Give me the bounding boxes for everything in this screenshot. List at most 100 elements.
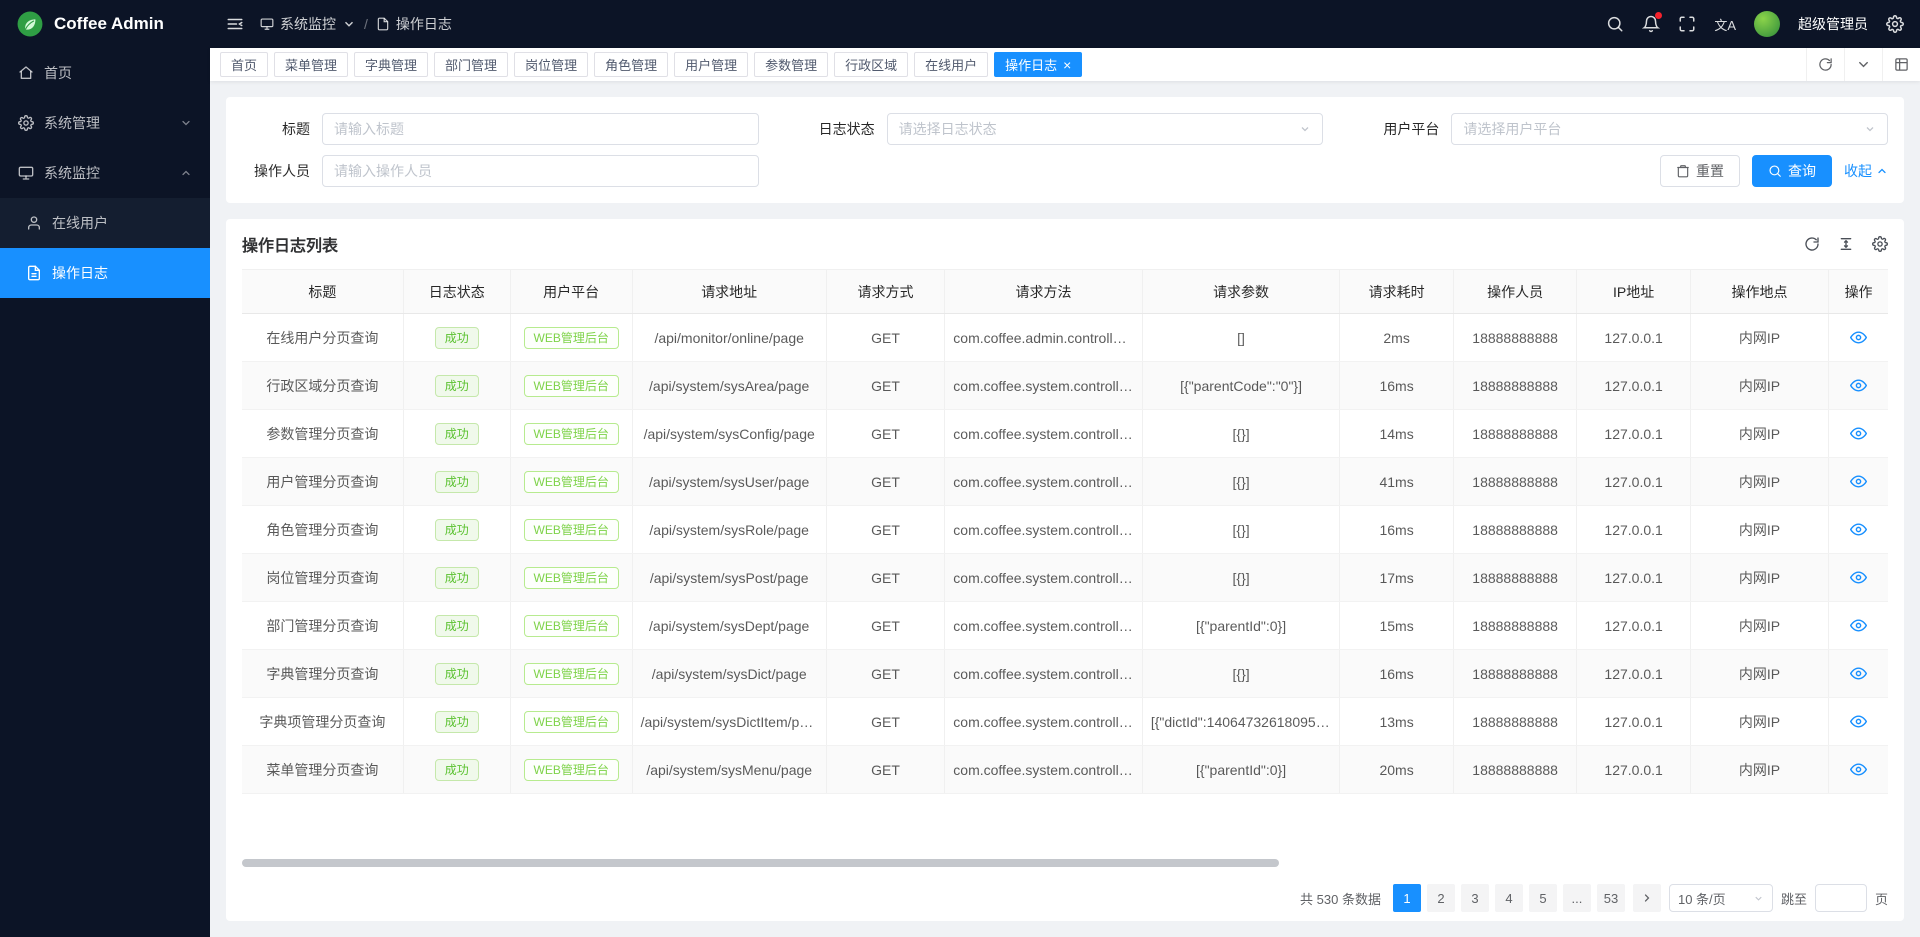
view-detail-button[interactable]	[1850, 665, 1867, 682]
select-placeholder: 请选择日志状态	[899, 119, 997, 139]
cell-location: 内网IP	[1690, 458, 1828, 506]
tab-5[interactable]: 角色管理	[594, 52, 668, 77]
cell-actions	[1829, 458, 1888, 506]
tab-6[interactable]: 用户管理	[674, 52, 748, 77]
next-page-button[interactable]	[1633, 884, 1661, 912]
cell-ip: 127.0.0.1	[1577, 746, 1691, 794]
tab-4[interactable]: 岗位管理	[514, 52, 588, 77]
cell-ip: 127.0.0.1	[1577, 362, 1691, 410]
search-icon[interactable]	[1606, 15, 1624, 33]
sidebar-item-label: 在线用户	[52, 213, 108, 233]
pagination-page-3[interactable]: 3	[1461, 884, 1489, 912]
table-row: 部门管理分页查询成功WEB管理后台/api/system/sysDept/pag…	[242, 602, 1888, 650]
view-detail-button[interactable]	[1850, 329, 1867, 346]
breadcrumb-label: 操作日志	[396, 14, 452, 34]
column-header-6: 请求参数	[1142, 270, 1340, 314]
pagination-page-5[interactable]: 5	[1529, 884, 1557, 912]
cell-duration: 13ms	[1340, 698, 1454, 746]
pagination-page-1[interactable]: 1	[1393, 884, 1421, 912]
view-detail-button[interactable]	[1850, 617, 1867, 634]
user-platform-select[interactable]: 请选择用户平台	[1451, 113, 1888, 145]
tab-1[interactable]: 菜单管理	[274, 52, 348, 77]
cell-title: 在线用户分页查询	[242, 314, 403, 362]
tab-8[interactable]: 行政区域	[834, 52, 908, 77]
title-input[interactable]	[322, 113, 759, 145]
sidebar-item-system-management[interactable]: 系统管理	[0, 98, 210, 148]
pagination-page-2[interactable]: 2	[1427, 884, 1455, 912]
chevron-down-icon[interactable]	[1844, 48, 1882, 81]
reset-button[interactable]: 重置	[1660, 155, 1740, 187]
translate-icon[interactable]: 文A	[1714, 15, 1736, 34]
collapse-link[interactable]: 收起	[1844, 161, 1888, 181]
column-settings-gear-icon[interactable]	[1872, 236, 1888, 252]
breadcrumb: 系统监控 / 操作日志	[260, 14, 452, 34]
card-title: 操作日志列表	[242, 232, 338, 256]
refresh-icon[interactable]	[1804, 236, 1820, 252]
breadcrumb-separator: /	[364, 16, 368, 32]
status-badge: 成功	[435, 471, 479, 493]
user-name[interactable]: 超级管理员	[1798, 14, 1868, 34]
sidebar-item-operation-log[interactable]: 操作日志	[0, 248, 210, 298]
app-logo: Coffee Admin	[0, 0, 210, 48]
sidebar-item-home[interactable]: 首页	[0, 48, 210, 98]
cell-location: 内网IP	[1690, 410, 1828, 458]
cell-params: [{}]	[1142, 650, 1340, 698]
table-row: 字典项管理分页查询成功WEB管理后台/api/system/sysDictIte…	[242, 698, 1888, 746]
view-detail-button[interactable]	[1850, 521, 1867, 538]
log-status-select[interactable]: 请选择日志状态	[887, 113, 1324, 145]
cell-platform: WEB管理后台	[510, 314, 632, 362]
tab-9[interactable]: 在线用户	[914, 52, 988, 77]
view-detail-button[interactable]	[1850, 761, 1867, 778]
tab-7[interactable]: 参数管理	[754, 52, 828, 77]
sidebar-item-system-monitor[interactable]: 系统监控	[0, 148, 210, 198]
notification-bell-icon[interactable]	[1642, 15, 1660, 33]
view-detail-button[interactable]	[1850, 377, 1867, 394]
pagination-page-4[interactable]: 4	[1495, 884, 1523, 912]
cell-url: /api/system/sysDict/page	[632, 650, 826, 698]
fullscreen-icon[interactable]	[1678, 15, 1696, 33]
pagination-page-53[interactable]: 53	[1597, 884, 1625, 912]
view-detail-button[interactable]	[1850, 713, 1867, 730]
table-row: 参数管理分页查询成功WEB管理后台/api/system/sysConfig/p…	[242, 410, 1888, 458]
operator-input[interactable]	[322, 155, 759, 187]
column-header-1: 日志状态	[403, 270, 510, 314]
view-detail-button[interactable]	[1850, 569, 1867, 586]
tab-3[interactable]: 部门管理	[434, 52, 508, 77]
cell-function: com.coffee.system.controlle...	[945, 458, 1143, 506]
avatar[interactable]	[1754, 11, 1780, 37]
settings-gear-icon[interactable]	[1886, 15, 1904, 33]
layout-icon[interactable]	[1882, 48, 1920, 81]
sidebar-item-online-users[interactable]: 在线用户	[0, 198, 210, 248]
tab-2[interactable]: 字典管理	[354, 52, 428, 77]
tab-close-icon[interactable]: ×	[1063, 58, 1071, 72]
status-badge: 成功	[435, 663, 479, 685]
cell-platform: WEB管理后台	[510, 458, 632, 506]
cell-operator: 18888888888	[1453, 458, 1576, 506]
user-icon	[26, 215, 42, 231]
horizontal-scrollbar-thumb[interactable]	[242, 859, 1279, 867]
sidebar-collapse-icon[interactable]	[226, 15, 244, 33]
search-button[interactable]: 查询	[1752, 155, 1832, 187]
view-detail-button[interactable]	[1850, 425, 1867, 442]
filter-panel: 标题 日志状态 请选择日志状态 用户平台 请选择用户平台	[226, 97, 1904, 203]
reset-button-label: 重置	[1696, 161, 1724, 181]
tab-0[interactable]: 首页	[220, 52, 268, 77]
pagination-more[interactable]: ...	[1563, 884, 1591, 912]
jump-page-input[interactable]	[1815, 884, 1867, 912]
refresh-icon[interactable]	[1806, 48, 1844, 81]
view-detail-button[interactable]	[1850, 473, 1867, 490]
breadcrumb-item-monitor[interactable]: 系统监控	[260, 14, 356, 34]
row-density-icon[interactable]	[1838, 236, 1854, 252]
table-empty-area	[242, 794, 1888, 855]
tab-10[interactable]: 操作日志×	[994, 52, 1082, 77]
cell-title: 字典项管理分页查询	[242, 698, 403, 746]
cell-duration: 16ms	[1340, 362, 1454, 410]
cell-duration: 17ms	[1340, 554, 1454, 602]
page-size-select[interactable]: 10 条/页	[1669, 884, 1773, 912]
cell-method: GET	[826, 506, 945, 554]
tab-label: 用户管理	[685, 55, 737, 74]
column-header-4: 请求方式	[826, 270, 945, 314]
platform-badge: WEB管理后台	[524, 663, 619, 685]
platform-badge: WEB管理后台	[524, 759, 619, 781]
cell-status: 成功	[403, 650, 510, 698]
